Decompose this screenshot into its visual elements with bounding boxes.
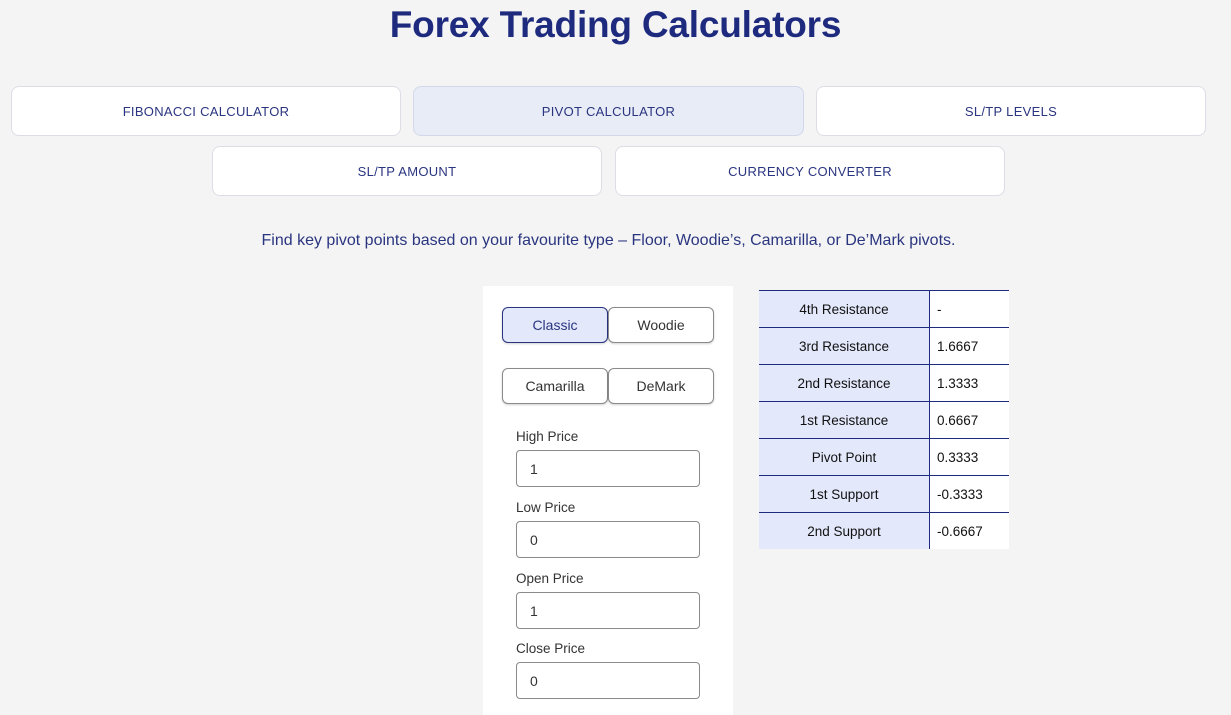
woodie-type-button[interactable]: Woodie (608, 307, 714, 343)
table-row: 2nd Resistance 1.3333 (759, 364, 1009, 402)
table-row: 1st Support -0.3333 (759, 475, 1009, 513)
result-label: 1st Support (759, 475, 930, 513)
result-label: 2nd Support (759, 512, 930, 549)
result-label: Pivot Point (759, 438, 930, 476)
result-value: 1.3333 (929, 364, 1009, 402)
high-price-label: High Price (516, 429, 579, 444)
result-value: 0.3333 (929, 438, 1009, 476)
table-row: Pivot Point 0.3333 (759, 438, 1009, 476)
intro-text: Find key pivot points based on your favo… (261, 232, 956, 249)
tab-sl-tp-amount[interactable]: SL/TP AMOUNT (212, 146, 602, 196)
tab-pivot-calculator[interactable]: PIVOT CALCULATOR (413, 86, 804, 136)
page-title: Forex Trading Calculators (389, 4, 842, 45)
result-label: 4th Resistance (759, 290, 930, 328)
low-price-input[interactable] (516, 521, 700, 558)
open-price-label: Open Price (516, 571, 584, 586)
result-value: -0.3333 (929, 475, 1009, 513)
tab-fibonacci-calculator[interactable]: FIBONACCI CALCULATOR (11, 86, 401, 136)
high-price-input[interactable] (516, 450, 700, 487)
result-label: 1st Resistance (759, 401, 930, 439)
close-price-input[interactable] (516, 662, 700, 699)
table-row: 4th Resistance - (759, 290, 1009, 328)
tab-currency-converter[interactable]: CURRENCY CONVERTER (615, 146, 1005, 196)
tab-sl-tp-levels[interactable]: SL/TP LEVELS (816, 86, 1206, 136)
result-value: 1.6667 (929, 327, 1009, 365)
pivot-results-table: 4th Resistance - 3rd Resistance 1.6667 2… (759, 290, 1009, 549)
classic-type-button[interactable]: Classic (502, 307, 608, 343)
close-price-label: Close Price (516, 641, 586, 656)
result-value: -0.6667 (929, 512, 1009, 549)
table-row: 2nd Support -0.6667 (759, 512, 1009, 549)
open-price-input[interactable] (516, 592, 700, 629)
pivot-calculator-form: Classic Woodie Camarilla DeMark High Pri… (483, 286, 733, 715)
camarilla-type-button[interactable]: Camarilla (502, 368, 608, 404)
table-row: 1st Resistance 0.6667 (759, 401, 1009, 439)
result-label: 2nd Resistance (759, 364, 930, 402)
result-value: - (929, 290, 1009, 328)
low-price-label: Low Price (516, 500, 576, 515)
demark-type-button[interactable]: DeMark (608, 368, 714, 404)
result-label: 3rd Resistance (759, 327, 930, 365)
result-value: 0.6667 (929, 401, 1009, 439)
table-row: 3rd Resistance 1.6667 (759, 327, 1009, 365)
